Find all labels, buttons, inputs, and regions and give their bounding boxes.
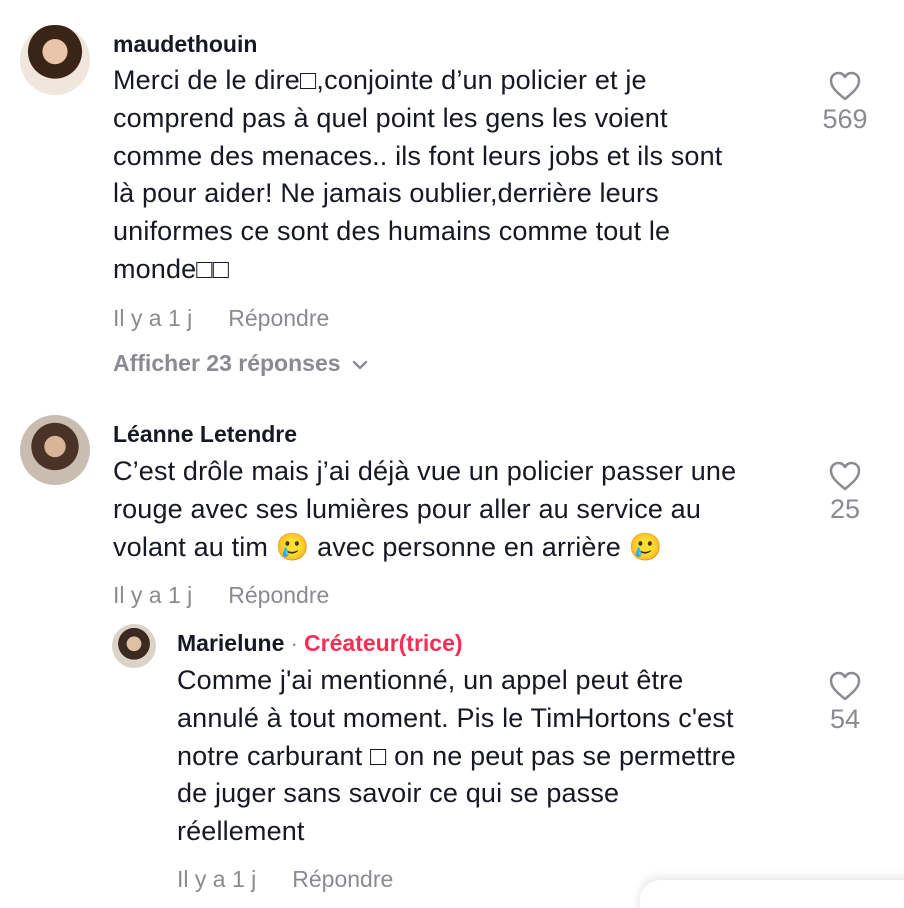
like-button[interactable]: 569 bbox=[805, 70, 885, 135]
heart-outline-icon bbox=[829, 671, 861, 701]
avatar[interactable] bbox=[20, 25, 90, 95]
overlay-card-corner bbox=[640, 880, 904, 908]
reply-line: annulé à tout moment. Pis le TimHortons … bbox=[177, 702, 734, 733]
reply-button[interactable]: Répondre bbox=[228, 582, 329, 608]
reply-line: notre carburant □ on ne peut pas se perm… bbox=[177, 740, 736, 771]
comment-line: C’est drôle mais j’ai déjà vue un polici… bbox=[113, 456, 737, 486]
creator-badge: Créateur(trice) bbox=[304, 630, 463, 656]
comment-line: volant au tim 🥲 avec personne en arrière… bbox=[113, 531, 663, 562]
comment-username[interactable]: Léanne Letendre bbox=[113, 421, 297, 448]
heart-outline-icon bbox=[829, 71, 861, 101]
reply-line: réellement bbox=[177, 816, 305, 847]
like-button[interactable]: 54 bbox=[805, 670, 885, 735]
reply-timestamp: Il y a 1 j bbox=[177, 866, 257, 892]
comment-line: là pour aider! Ne jamais oublier,derrièr… bbox=[113, 178, 659, 209]
comment-line: comme des menaces.. ils font leurs jobs … bbox=[113, 140, 723, 171]
chevron-down-icon bbox=[352, 360, 367, 370]
reply-meta: Il y a 1 j Répondre bbox=[177, 866, 393, 893]
reply-username[interactable]: Marielune bbox=[177, 630, 284, 656]
comment-meta: Il y a 1 j Répondre bbox=[113, 305, 329, 332]
avatar[interactable] bbox=[20, 415, 90, 485]
reply-header: Marielune · Créateur(trice) bbox=[177, 630, 463, 657]
comment-timestamp: Il y a 1 j bbox=[113, 582, 193, 608]
reply-text: Comme j'ai mentionné, un appel peut être… bbox=[177, 662, 736, 851]
reply-line: Comme j'ai mentionné, un appel peut être bbox=[177, 665, 684, 695]
reply-button[interactable]: Répondre bbox=[228, 305, 329, 331]
comment-text: C’est drôle mais j’ai déjà vue un polici… bbox=[113, 453, 736, 566]
like-count: 25 bbox=[829, 494, 861, 524]
reply-button[interactable]: Répondre bbox=[292, 866, 393, 892]
comment-meta: Il y a 1 j Répondre bbox=[113, 582, 329, 609]
reply-line: de juger sans savoir ce qui se passe bbox=[177, 778, 620, 809]
view-replies-button[interactable]: Afficher 23 réponses bbox=[113, 350, 369, 377]
comment-line: Merci de le dire□,conjointe d’un policie… bbox=[113, 65, 647, 95]
like-count: 569 bbox=[822, 104, 868, 134]
comment-line: uniformes ce sont des humains comme tout… bbox=[113, 216, 671, 247]
comment-line: monde□□ bbox=[113, 253, 230, 284]
avatar[interactable] bbox=[112, 624, 156, 668]
comment-username[interactable]: maudethouin bbox=[113, 31, 257, 58]
comment-timestamp: Il y a 1 j bbox=[113, 305, 193, 331]
separator: · bbox=[290, 630, 299, 656]
comment-line: rouge avec ses lumières pour aller au se… bbox=[113, 493, 701, 524]
comments-panel: maudethouin Merci de le dire□,conjointe … bbox=[0, 0, 904, 908]
comment-text: Merci de le dire□,conjointe d’un policie… bbox=[113, 62, 722, 289]
view-replies-label: Afficher 23 réponses bbox=[113, 350, 341, 376]
like-button[interactable]: 25 bbox=[805, 460, 885, 525]
comment-line: comprend pas à quel point les gens les v… bbox=[113, 102, 668, 133]
heart-outline-icon bbox=[829, 461, 861, 491]
like-count: 54 bbox=[829, 704, 861, 734]
